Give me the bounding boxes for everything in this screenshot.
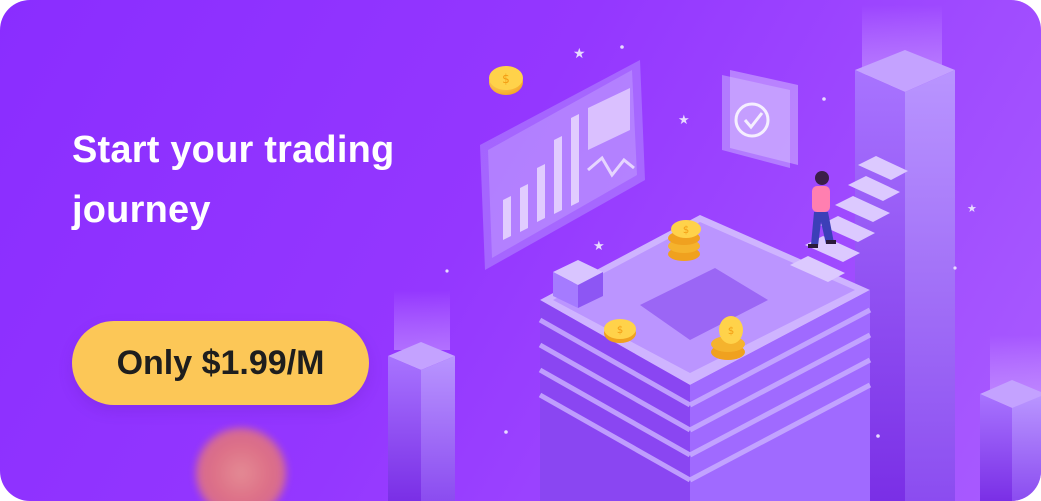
price-button-label: Only $1.99/M [116, 343, 325, 382]
promo-banner[interactable]: $ $ $ $ ★ ★ ★ ★ Start your trading journ… [0, 0, 1041, 501]
chart-panel-icon [480, 60, 645, 270]
main-building [538, 215, 872, 501]
coin-icon: $ [489, 66, 523, 95]
price-button[interactable]: Only $1.99/M [72, 321, 369, 405]
person-figure [808, 171, 836, 248]
svg-text:★: ★ [967, 202, 977, 215]
svg-text:$: $ [728, 326, 734, 337]
svg-text:$: $ [617, 325, 623, 336]
trading-illustration: $ $ $ $ ★ ★ ★ ★ [388, 5, 1041, 501]
checkmark-card [722, 70, 798, 168]
svg-text:★: ★ [573, 46, 586, 62]
coin-stack-icon: $ [668, 220, 701, 261]
svg-text:★: ★ [678, 113, 690, 128]
left-small-pillar [388, 290, 455, 501]
headline-text: Start your trading journey [72, 129, 395, 231]
svg-text:★: ★ [593, 239, 605, 254]
far-right-pillar [980, 335, 1041, 501]
svg-text:$: $ [683, 225, 689, 236]
svg-text:$: $ [502, 72, 510, 86]
coin-icon-2: $ [604, 319, 636, 343]
